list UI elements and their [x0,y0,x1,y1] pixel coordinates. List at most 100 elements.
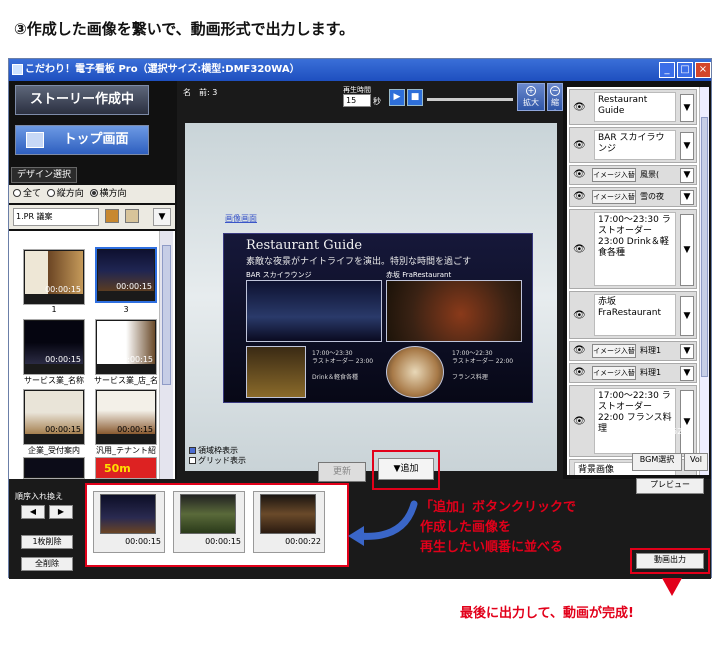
replace-image-button[interactable]: イメージ入替 [592,366,636,380]
radio-circle-icon [89,189,98,197]
maximize-button[interactable]: □ [677,62,693,78]
delete-one-button[interactable]: 1枚削除 [21,535,73,549]
zoom-in-icon: + [526,86,536,96]
add-button[interactable]: ▼追加 [378,458,434,480]
chevron-down-icon[interactable]: ▼ [680,94,694,122]
zoom-out-button[interactable]: − 縮小 [547,83,563,111]
chevron-down-icon[interactable]: ▼ [680,344,694,359]
eye-icon[interactable]: 👁 [573,310,589,322]
editor-panel: 名 前: 3 再生時間 15 秒 ▶ ■ + 拡大 − 縮小 画像画面 Rest… [177,81,563,479]
eye-icon[interactable]: 👁 [573,169,589,181]
scroll-thumb[interactable] [701,117,708,377]
radio-all[interactable]: 全て [13,189,41,199]
replace-image-button[interactable]: イメージ入替 [592,190,636,204]
zoom-in-button[interactable]: + 拡大 [517,83,545,111]
signage-poster[interactable]: Restaurant Guide 素敵な夜景がナイトライフを演出。特別な時間を過… [223,233,533,403]
element-item[interactable]: 👁 赤坂 FraRestaurant ▼ [569,291,697,339]
chevron-down-icon[interactable]: ▼ [680,132,694,160]
scroll-thumb[interactable] [162,245,171,385]
template-item[interactable]: 50m [95,457,157,479]
element-item[interactable]: 👁 17:00〜22:30 ラストオーダー 22:00 フランス料理 ▼ [569,385,697,457]
grid-icon [26,132,44,148]
poster-title: Restaurant Guide [246,238,363,253]
element-scrollbar[interactable] [699,87,709,475]
dish-photo [386,346,444,398]
playback-input[interactable]: 15 [343,94,371,107]
move-right-button[interactable]: ▶ [49,505,73,519]
checkbox-icon [189,447,196,454]
element-item[interactable]: 👁 イメージ入替 料理1 ▼ [569,363,697,383]
top-screen-label: トップ画面 [63,132,129,147]
window-titlebar: こだわり！電子看板 Pro（選択サイズ:横型:DMF320WA） [9,59,711,81]
timeline-clip[interactable]: 00:00:15 [93,491,165,553]
template-item[interactable] [23,457,85,479]
element-item[interactable]: 👁 17:00〜23:30 ラストオーダー 23:00 Drink＆軽食各種 ▼ [569,209,697,289]
minimize-button[interactable]: _ [659,62,675,78]
radio-horizontal[interactable]: 横方向 [89,189,127,199]
template-item[interactable]: 00:00:15 [23,249,85,305]
chevron-down-icon[interactable]: ▼ [680,214,694,286]
chevron-down-icon[interactable]: ▼ [680,190,694,205]
template-label: 1 [51,305,57,314]
lamp-photo [246,346,306,398]
element-item[interactable]: 👁 Restaurant Guide ▼ [569,89,697,125]
template-item[interactable]: 00:00:15 [95,389,157,445]
close-button[interactable]: × [695,62,711,78]
left-panel: ストーリー作成中 トップ画面 デザイン選択 全て 縦方向 横方向 1.PR 議案… [9,81,177,479]
eye-icon[interactable]: 👁 [573,416,589,428]
poster-left-header: BAR スカイラウンジ [246,271,312,279]
chevron-down-icon[interactable]: ▼ [680,168,694,183]
zoom-out-icon: − [550,86,560,96]
stop-icon[interactable]: ■ [407,89,423,106]
eye-icon[interactable]: 👁 [573,345,589,357]
replace-image-button[interactable]: イメージ入替 [592,168,636,182]
curved-arrow-icon [348,500,418,546]
element-item[interactable]: 👁 イメージ入替 料理1 ▼ [569,341,697,361]
top-screen-button[interactable]: トップ画面 [15,125,149,155]
update-button[interactable]: 更新 [318,462,366,482]
total-label: 合計 [632,429,648,438]
radio-circle-icon [13,189,21,197]
delete-all-button[interactable]: 全削除 [21,557,73,571]
template-grid: 00:00:15 1 00:00:15 3 00:00:15 サービス業_名称 … [9,231,175,479]
eye-icon[interactable]: 👁 [573,140,589,152]
template-label: 3 [123,305,129,314]
chevron-down-icon[interactable]: ▼ [680,296,694,336]
story-button[interactable]: ストーリー作成中 [15,85,149,115]
arrow-right-icon: ▶ [57,507,65,516]
eye-icon[interactable]: 👁 [573,191,589,203]
element-item[interactable]: 👁 イメージ入替 風景( ▼ [569,165,697,185]
playback-slider[interactable] [427,98,513,101]
template-label: 汎用_テナント紹 [96,446,156,455]
move-left-button[interactable]: ◀ [21,505,45,519]
element-item[interactable]: 👁 BAR スカイラウンジ ▼ [569,127,697,163]
radio-vertical[interactable]: 縦方向 [46,189,84,199]
preview-button[interactable]: プレビュー [636,478,704,494]
category-select[interactable]: 1.PR 議案 [13,208,99,226]
chevron-down-icon[interactable]: ▼ [153,208,171,226]
template-item[interactable]: 00:00:15 [23,319,85,375]
poster-subtitle: 素敵な夜景がナイトライフを演出。特別な時間を過ごす [246,257,472,267]
tab-design-select[interactable]: デザイン選択 [11,167,77,183]
template-item[interactable]: 00:00:15 [23,389,85,445]
template-item[interactable]: 00:00:15 [95,247,157,303]
timeline-clip[interactable]: 00:00:15 [173,491,245,553]
chevron-down-icon[interactable]: ▼ [680,366,694,381]
timeline-clip[interactable]: 00:00:22 [253,491,325,553]
eye-icon[interactable]: 👁 [573,367,589,379]
preview-canvas[interactable]: 画像画面 Restaurant Guide 素敵な夜景がナイトライフを演出。特別… [185,123,557,471]
play-icon[interactable]: ▶ [389,89,405,106]
eye-icon[interactable]: 👁 [573,102,589,114]
grid-checkbox[interactable]: グリッド表示 [189,455,246,466]
canvas-area-label: 画像画面 [225,214,257,223]
template-scrollbar[interactable] [159,231,173,479]
volume-button[interactable]: Vol [684,453,708,471]
bgm-select-button[interactable]: BGM選択 [632,453,682,471]
chevron-down-icon[interactable]: ▼ [680,390,694,454]
eye-icon[interactable]: 👁 [573,244,589,256]
template-item[interactable]: 00:00:15 [95,319,157,375]
export-video-button[interactable]: 動画出力 [636,553,704,569]
replace-image-button[interactable]: イメージ入替 [592,344,636,358]
element-item[interactable]: 👁 イメージ入替 雪の夜 ▼ [569,187,697,207]
down-arrow-icon [662,578,682,596]
